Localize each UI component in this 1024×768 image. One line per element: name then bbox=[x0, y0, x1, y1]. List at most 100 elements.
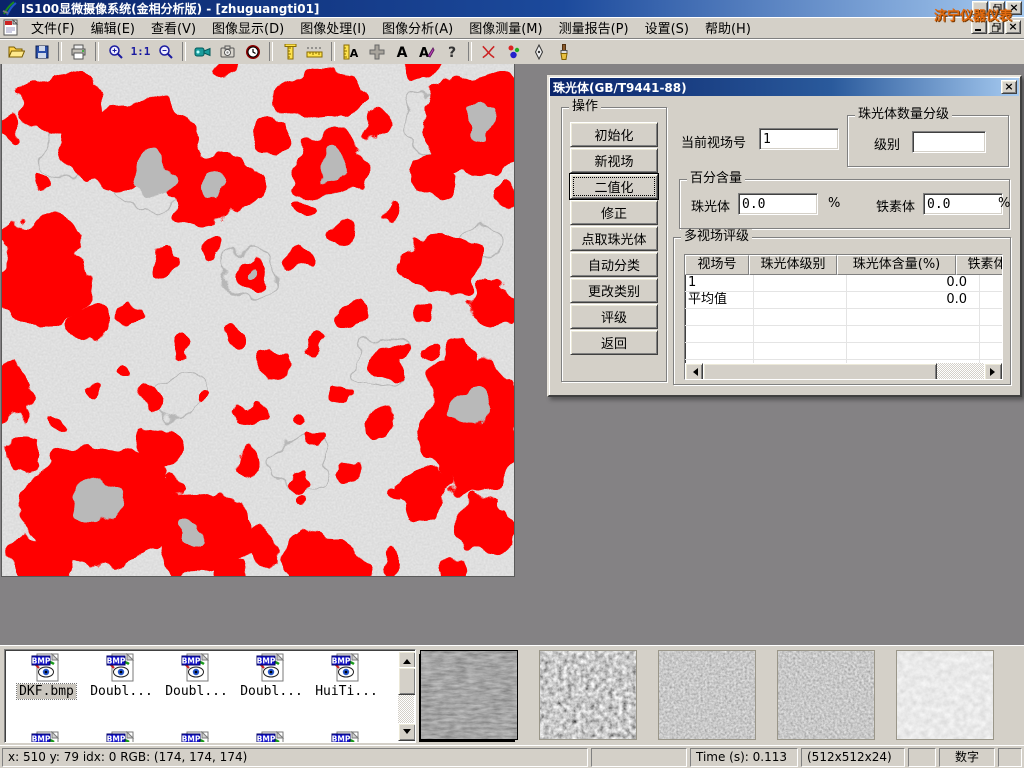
scroll-left-button[interactable] bbox=[685, 363, 703, 380]
thumbnail-3[interactable] bbox=[658, 650, 756, 740]
dialog-close-button[interactable]: × bbox=[1001, 80, 1017, 94]
bmp-file-icon: BMP bbox=[330, 731, 364, 743]
thumbnail-2[interactable] bbox=[539, 650, 637, 740]
file-item[interactable]: BMPDoubl... bbox=[159, 653, 234, 699]
svg-text:BMP: BMP bbox=[331, 735, 350, 744]
return-button[interactable]: 返回 bbox=[570, 330, 658, 355]
pearlite-label: 珠光体 bbox=[691, 196, 730, 215]
table-cell bbox=[754, 343, 847, 359]
actual-size-button[interactable]: 1:1 bbox=[128, 41, 153, 63]
actual-size-icon: 1:1 bbox=[132, 43, 149, 60]
scroll-right-button[interactable] bbox=[984, 363, 1002, 380]
percentage-group-label: 百分含量 bbox=[687, 171, 745, 186]
menu-item-file[interactable]: 文件(F) bbox=[23, 17, 83, 38]
bmp-file-icon: BMP bbox=[180, 653, 214, 683]
current-field-input[interactable] bbox=[759, 128, 839, 150]
print-button[interactable] bbox=[66, 41, 91, 63]
thumbnail-5[interactable] bbox=[896, 650, 994, 740]
restore-button[interactable] bbox=[989, 1, 1005, 15]
mdi-minimize-button[interactable] bbox=[971, 20, 987, 34]
micrograph-svg bbox=[2, 64, 514, 576]
ferrite-percent-input[interactable] bbox=[923, 193, 1003, 215]
ruler-button[interactable] bbox=[302, 41, 327, 63]
menu-item-help[interactable]: 帮助(H) bbox=[697, 17, 759, 38]
menu-item-image-processing[interactable]: 图像处理(I) bbox=[292, 17, 374, 38]
clock-button[interactable] bbox=[240, 41, 265, 63]
scroll-down-button[interactable] bbox=[398, 723, 416, 741]
file-item[interactable]: BMP bbox=[234, 731, 309, 743]
annotate-button[interactable]: A bbox=[414, 41, 439, 63]
scrollbar-track[interactable] bbox=[937, 363, 984, 379]
binarize-button[interactable]: 二值化 bbox=[570, 174, 658, 199]
application-window: { "window": { "title": "IS100显微摄像系统(金相分析… bbox=[0, 0, 1024, 768]
zoom-out-button[interactable] bbox=[153, 41, 178, 63]
curve-tool-button[interactable] bbox=[476, 41, 501, 63]
open-button[interactable] bbox=[4, 41, 29, 63]
annotate-icon: A bbox=[418, 43, 435, 60]
table-cell: 1 bbox=[685, 275, 754, 291]
file-item[interactable]: BMP bbox=[84, 731, 159, 743]
column-header-field-no: 视场号 bbox=[685, 255, 749, 275]
thumbnail-1[interactable] bbox=[420, 650, 518, 740]
caliper-button[interactable] bbox=[277, 41, 302, 63]
modify-button[interactable]: 修正 bbox=[570, 200, 658, 225]
pick-pearlite-button[interactable]: 点取珠光体 bbox=[570, 226, 658, 251]
table-row[interactable] bbox=[685, 343, 1002, 360]
document-icon[interactable] bbox=[3, 19, 20, 36]
menu-item-view[interactable]: 查看(V) bbox=[143, 17, 204, 38]
file-item[interactable]: BMPDKF.bmp bbox=[9, 653, 84, 699]
grade-button[interactable]: 评级 bbox=[570, 304, 658, 329]
initialize-button[interactable]: 初始化 bbox=[570, 122, 658, 147]
change-class-button[interactable]: 更改类别 bbox=[570, 278, 658, 303]
table-row[interactable]: 10.0 bbox=[685, 275, 1002, 292]
auto-classify-button[interactable]: 自动分类 bbox=[570, 252, 658, 277]
toolbar-separator bbox=[468, 42, 472, 61]
grid-button[interactable] bbox=[364, 41, 389, 63]
micrograph-image[interactable] bbox=[2, 64, 514, 576]
menu-item-settings[interactable]: 设置(S) bbox=[637, 17, 697, 38]
thumbnail-4[interactable] bbox=[777, 650, 875, 740]
close-button[interactable]: × bbox=[1006, 1, 1022, 15]
picker-button[interactable] bbox=[526, 41, 551, 63]
table-row[interactable]: 平均值0.0 bbox=[685, 292, 1002, 309]
menu-item-image-display[interactable]: 图像显示(D) bbox=[204, 17, 292, 38]
bottom-panel: BMPDKF.bmpBMPDoubl...BMPDoubl...BMPDoubl… bbox=[0, 645, 1024, 746]
menu-item-image-measurement[interactable]: 图像测量(M) bbox=[461, 17, 550, 38]
file-item[interactable]: BMP bbox=[9, 731, 84, 743]
file-scrollbar-thumb[interactable] bbox=[398, 667, 416, 695]
minimize-button[interactable] bbox=[972, 1, 988, 15]
file-item[interactable]: BMP bbox=[159, 731, 234, 743]
file-item[interactable]: BMPDoubl... bbox=[84, 653, 159, 699]
classify-button[interactable] bbox=[501, 41, 526, 63]
level-input[interactable] bbox=[912, 131, 986, 153]
pearlite-percent-input[interactable] bbox=[738, 193, 818, 215]
zoom-in-button[interactable] bbox=[103, 41, 128, 63]
new-field-button[interactable]: 新视场 bbox=[570, 148, 658, 173]
measure-text-button[interactable]: A bbox=[339, 41, 364, 63]
save-button[interactable] bbox=[29, 41, 54, 63]
file-item[interactable]: BMPDoubl... bbox=[234, 653, 309, 699]
file-item[interactable]: BMPHuiTi... bbox=[309, 653, 384, 699]
classify-icon bbox=[505, 43, 522, 60]
table-row[interactable] bbox=[685, 309, 1002, 326]
mdi-close-button[interactable]: × bbox=[1005, 20, 1021, 34]
status-cursor-position: x: 510 y: 79 idx: 0 RGB: (174, 174, 174) bbox=[2, 748, 588, 767]
file-list-scrollbar[interactable] bbox=[398, 651, 414, 741]
file-item[interactable]: BMP bbox=[309, 731, 384, 743]
menu-item-measurement-report[interactable]: 测量报告(P) bbox=[551, 17, 637, 38]
fill-button[interactable] bbox=[551, 41, 576, 63]
table-row[interactable] bbox=[685, 326, 1002, 343]
menu-item-image-analysis[interactable]: 图像分析(A) bbox=[374, 17, 461, 38]
menu-item-edit[interactable]: 编辑(E) bbox=[83, 17, 143, 38]
help-button[interactable]: ? bbox=[439, 41, 464, 63]
camera-button[interactable] bbox=[215, 41, 240, 63]
dialog-title-bar[interactable]: 珠光体(GB/T9441-88) × bbox=[550, 78, 1019, 96]
operations-group: 操作 初始化新视场二值化修正点取珠光体自动分类更改类别评级返回 bbox=[561, 107, 667, 382]
table-horizontal-scrollbar[interactable] bbox=[685, 363, 1002, 379]
text-button[interactable]: A bbox=[389, 41, 414, 63]
video-camera-button[interactable] bbox=[190, 41, 215, 63]
scrollbar-thumb[interactable] bbox=[703, 363, 937, 380]
status-image-size: (512x512x24) bbox=[801, 748, 905, 767]
mdi-restore-button[interactable] bbox=[988, 20, 1004, 34]
bmp-file-icon: BMP bbox=[105, 731, 139, 743]
